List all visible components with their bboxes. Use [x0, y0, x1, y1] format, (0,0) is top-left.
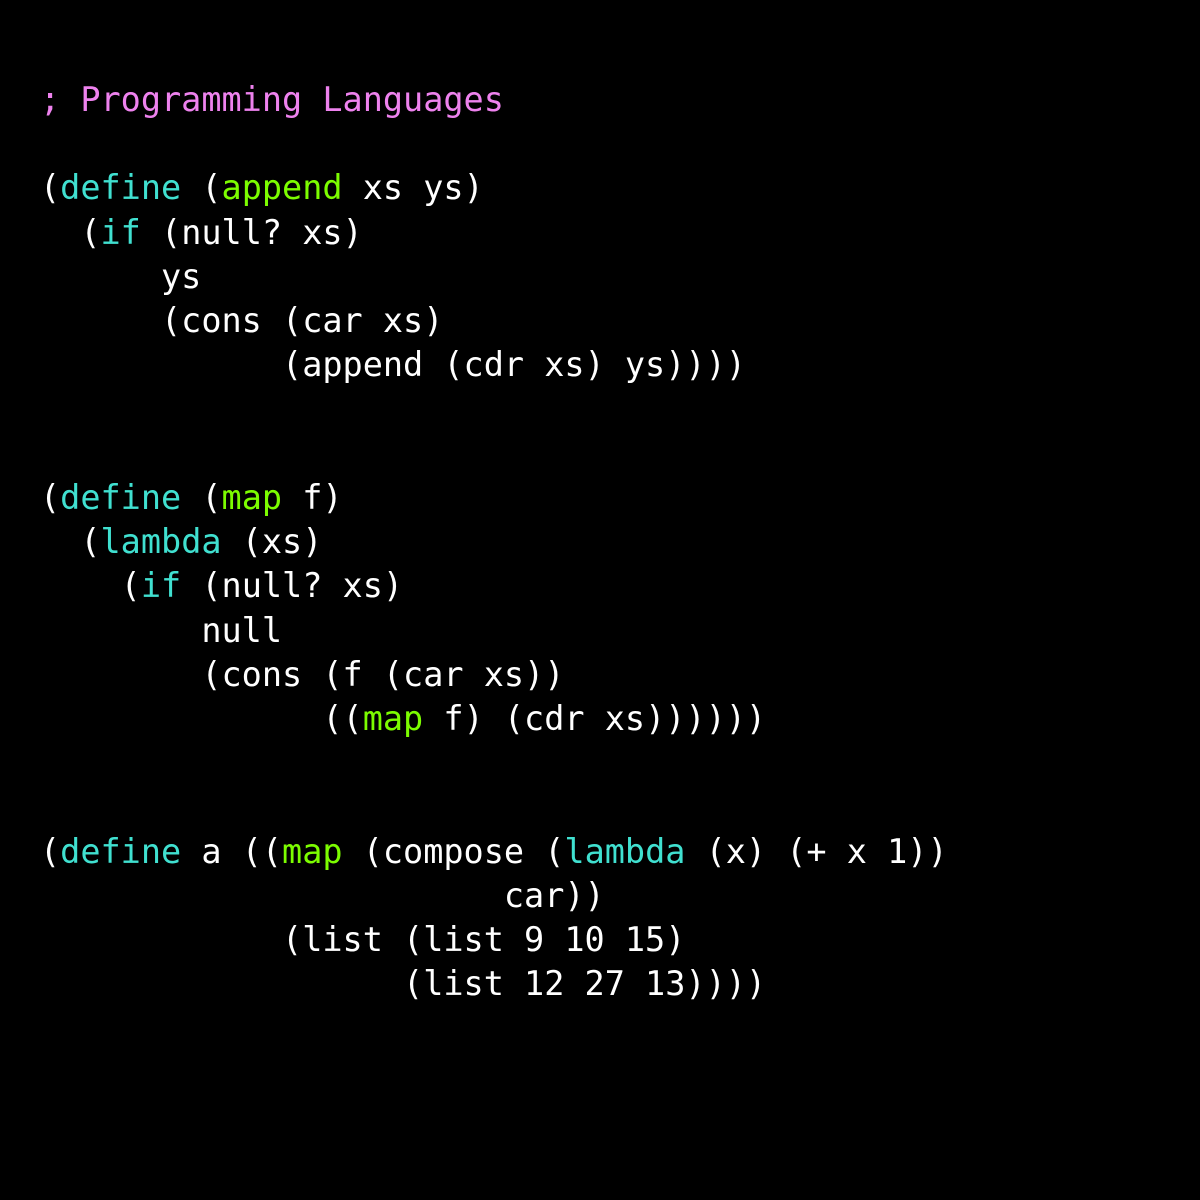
branch-null: null — [40, 611, 282, 650]
cons-f-car: (cons (f (car xs)) — [40, 655, 564, 694]
fn-map: map — [222, 478, 283, 517]
fn-map-call: map — [363, 699, 424, 738]
keyword-lambda: lambda — [101, 522, 222, 561]
fn-map-call-2: map — [282, 832, 343, 871]
map-f-cdr: f) (cdr xs)))))) — [423, 699, 766, 738]
keyword-define: define — [60, 168, 181, 207]
keyword-if: if — [101, 213, 141, 252]
list-line-1: (list (list 9 10 15) — [40, 920, 685, 959]
car-close: car)) — [40, 876, 605, 915]
keyword-define: define — [60, 832, 181, 871]
append-cdr: (append (cdr xs) ys)))) — [40, 345, 746, 384]
cond-null-xs: (null? xs) — [141, 213, 363, 252]
fn-append: append — [222, 168, 343, 207]
cons-car-xs: (cons (car xs) — [40, 301, 443, 340]
var-a: a (( — [181, 832, 282, 871]
keyword-lambda-2: lambda — [564, 832, 685, 871]
lambda-xs: (xs) — [222, 522, 323, 561]
branch-ys: ys — [40, 257, 201, 296]
param-f: f) — [282, 478, 343, 517]
comment-line: ; Programming Languages — [40, 80, 504, 119]
code-block: ; Programming Languages (define (append … — [0, 0, 1200, 1047]
list-line-2: (list 12 27 13)))) — [40, 964, 766, 1003]
params-xs-ys: xs ys) — [343, 168, 484, 207]
keyword-if: if — [141, 566, 181, 605]
compose-open: (compose ( — [343, 832, 565, 871]
cond-null-xs-2: (null? xs) — [181, 566, 403, 605]
keyword-define: define — [60, 478, 181, 517]
lambda-x-body: (x) (+ x 1)) — [685, 832, 947, 871]
